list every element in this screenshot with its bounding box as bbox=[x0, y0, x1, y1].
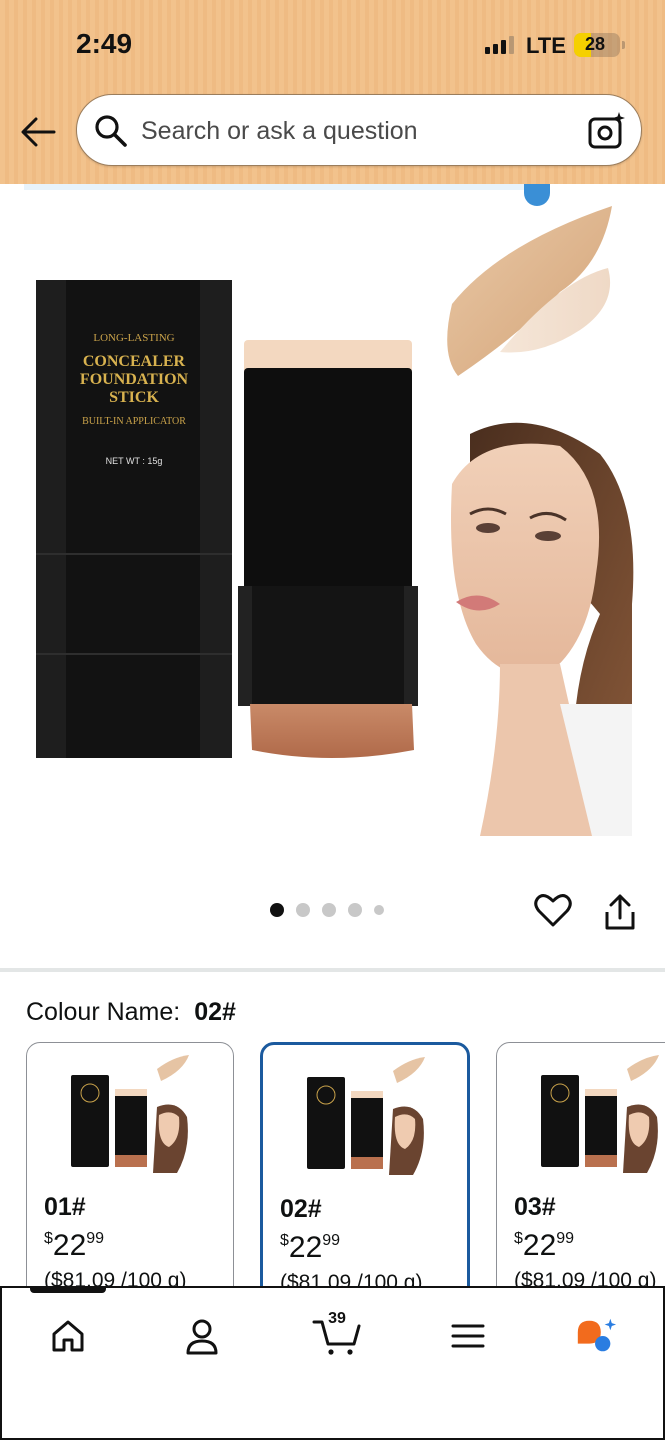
variation-unit-price: ($81.09 /100 g) bbox=[44, 1269, 187, 1287]
account-icon bbox=[186, 1319, 218, 1355]
search-bar[interactable]: Search or ask a question bbox=[76, 94, 642, 166]
previous-content-peek bbox=[24, 184, 544, 190]
menu-icon bbox=[451, 1324, 485, 1348]
heart-icon[interactable] bbox=[533, 890, 573, 930]
variation-option-01[interactable]: 01# $2299 ($81.09 /100 g) bbox=[26, 1042, 234, 1287]
cart-count-badge: 39 bbox=[328, 1310, 346, 1327]
carousel-dot[interactable] bbox=[322, 903, 336, 917]
svg-text:STICK: STICK bbox=[109, 389, 159, 406]
app-header: 2:49 LTE 28 Search or ask a question bbox=[0, 0, 665, 184]
nav-account[interactable] bbox=[180, 1314, 224, 1358]
status-bar: 2:49 LTE 28 bbox=[0, 0, 665, 90]
battery-icon: 28 bbox=[574, 33, 625, 57]
variation-price: $2299 bbox=[280, 1231, 341, 1264]
signal-icon bbox=[485, 36, 514, 54]
variation-option-02[interactable]: 02# $2299 ($81.09 /100 g) bbox=[260, 1042, 470, 1287]
variation-price: $2299 bbox=[44, 1229, 105, 1262]
carousel-dots[interactable] bbox=[270, 903, 384, 917]
variation-options: 01# $2299 ($81.09 /100 g) 02# $2299 ($81… bbox=[0, 1042, 665, 1287]
carousel-dot[interactable] bbox=[270, 903, 284, 917]
back-button[interactable] bbox=[18, 112, 58, 152]
variation-thumbnail bbox=[307, 1057, 427, 1175]
section-divider bbox=[0, 968, 665, 972]
nav-home[interactable] bbox=[46, 1314, 90, 1358]
svg-text:BUILT-IN APPLICATOR: BUILT-IN APPLICATOR bbox=[82, 416, 186, 427]
variation-label-text: Colour Name: bbox=[26, 998, 181, 1026]
status-time: 2:49 bbox=[76, 28, 133, 59]
bottom-nav: 39 bbox=[0, 1286, 665, 1440]
scroll-indicator bbox=[30, 1286, 106, 1293]
product-image: LONG-LASTING CONCEALER FOUNDATION STICK … bbox=[36, 206, 634, 836]
variation-name: 02# bbox=[280, 1195, 322, 1223]
variation-unit-price: ($81.09 /100 g) bbox=[514, 1269, 657, 1287]
variation-name: 01# bbox=[44, 1193, 86, 1221]
camera-search-icon[interactable] bbox=[587, 111, 627, 151]
network-type: LTE bbox=[526, 33, 566, 58]
variation-label: Colour Name: 02# bbox=[26, 998, 236, 1027]
carousel-dot[interactable] bbox=[348, 903, 362, 917]
search-icon bbox=[95, 115, 127, 147]
variation-option-03[interactable]: 03# $2299 ($81.09 /100 g) bbox=[496, 1042, 665, 1287]
variation-name: 03# bbox=[514, 1193, 556, 1221]
variation-thumbnail bbox=[71, 1055, 191, 1173]
svg-text:NET WT : 15g: NET WT : 15g bbox=[106, 456, 163, 466]
svg-text:LONG-LASTING: LONG-LASTING bbox=[93, 332, 174, 344]
variation-price: $2299 bbox=[514, 1229, 575, 1262]
back-arrow-icon bbox=[21, 117, 56, 147]
variation-selected-value: 02# bbox=[194, 998, 236, 1026]
product-image-carousel[interactable]: LONG-LASTING CONCEALER FOUNDATION STICK … bbox=[0, 184, 665, 864]
rufus-assistant-icon bbox=[577, 1318, 617, 1352]
nav-menu[interactable] bbox=[446, 1314, 490, 1358]
nav-cart[interactable]: 39 bbox=[310, 1310, 364, 1358]
nav-rufus-assistant[interactable] bbox=[574, 1314, 618, 1358]
svg-text:CONCEALER: CONCEALER bbox=[83, 353, 186, 370]
variation-thumbnail bbox=[541, 1055, 661, 1173]
search-placeholder: Search or ask a question bbox=[141, 117, 418, 145]
carousel-dot[interactable] bbox=[296, 903, 310, 917]
svg-text:FOUNDATION: FOUNDATION bbox=[80, 371, 189, 388]
carousel-dot[interactable] bbox=[374, 905, 384, 915]
home-icon bbox=[52, 1320, 84, 1352]
battery-level: 28 bbox=[584, 34, 606, 54]
share-icon[interactable] bbox=[602, 892, 638, 932]
variation-unit-price: ($81.09 /100 g) bbox=[280, 1271, 423, 1287]
